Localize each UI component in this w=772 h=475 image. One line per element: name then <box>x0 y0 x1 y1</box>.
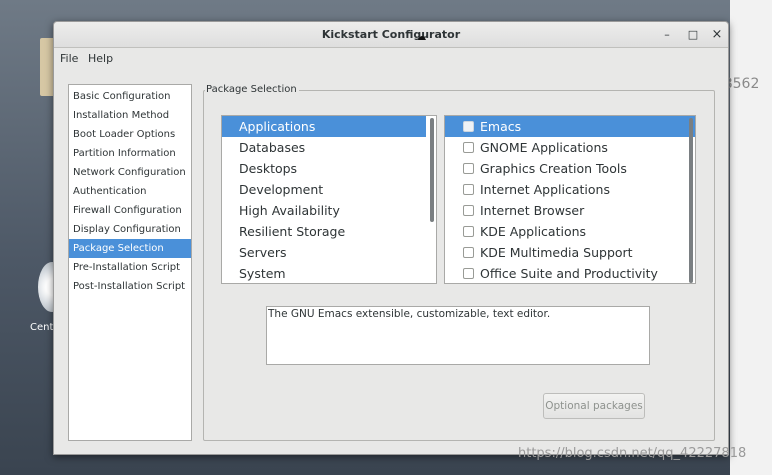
group-item-high-availability[interactable]: High Availability <box>222 200 436 221</box>
optional-packages-button[interactable]: Optional packages <box>543 393 645 419</box>
sidebar-item-network-configuration[interactable]: Network Configuration <box>69 163 191 182</box>
frame-title: Package Selection <box>205 84 299 95</box>
sidebar-item-pre-installation-script[interactable]: Pre-Installation Script <box>69 258 191 277</box>
sidebar-item-installation-method[interactable]: Installation Method <box>69 106 191 125</box>
titlebar[interactable]: Kickstart Configurator – □ × <box>54 22 728 48</box>
sidebar-item-post-installation-script[interactable]: Post-Installation Script <box>69 277 191 296</box>
package-label: KDE Multimedia Support <box>480 245 633 260</box>
package-item-graphics-creation-tools[interactable]: Graphics Creation Tools <box>445 158 695 179</box>
sidebar-item-basic-configuration[interactable]: Basic Configuration <box>69 87 191 106</box>
package-checkbox[interactable] <box>463 205 474 216</box>
package-checkbox[interactable] <box>463 142 474 153</box>
package-list[interactable]: Emacs GNOME Applications Graphics Creati… <box>444 115 696 284</box>
menu-help[interactable]: Help <box>88 52 113 65</box>
group-list-scrollbar[interactable] <box>430 118 434 222</box>
package-list-scrollbar[interactable] <box>689 118 693 283</box>
group-item-databases[interactable]: Databases <box>222 137 436 158</box>
maximize-button[interactable]: □ <box>684 26 702 44</box>
close-button[interactable]: × <box>708 26 726 44</box>
menu-file[interactable]: File <box>60 52 78 65</box>
package-group-list[interactable]: Applications Databases Desktops Developm… <box>221 115 437 284</box>
group-item-servers[interactable]: Servers <box>222 242 436 263</box>
sidebar: Basic Configuration Installation Method … <box>68 84 192 441</box>
package-checkbox[interactable] <box>463 184 474 195</box>
sidebar-list: Basic Configuration Installation Method … <box>69 87 191 296</box>
package-item-kde-multimedia-support[interactable]: KDE Multimedia Support <box>445 242 695 263</box>
package-label: KDE Applications <box>480 224 587 239</box>
window-title: Kickstart Configurator <box>321 28 461 41</box>
menubar: File Help <box>54 48 728 70</box>
package-checkbox[interactable] <box>463 226 474 237</box>
package-checkbox[interactable] <box>463 121 474 132</box>
package-item-emacs[interactable]: Emacs <box>445 116 695 137</box>
kickstart-window: Kickstart Configurator – □ × File Help B… <box>53 21 729 455</box>
package-checkbox[interactable] <box>463 247 474 258</box>
minimize-button[interactable]: – <box>658 26 676 44</box>
watermark: https://blog.csdn.net/qq_42227818 <box>518 446 747 461</box>
package-label: Emacs <box>480 119 522 134</box>
package-checkbox[interactable] <box>463 163 474 174</box>
desktop-icon-label: Cent <box>30 322 54 333</box>
package-label: Graphics Creation Tools <box>480 161 627 176</box>
sidebar-item-package-selection[interactable]: Package Selection <box>69 239 191 258</box>
group-item-development[interactable]: Development <box>222 179 436 200</box>
package-item-internet-applications[interactable]: Internet Applications <box>445 179 695 200</box>
mouse-cursor-icon <box>418 36 426 40</box>
package-description: The GNU Emacs extensible, customizable, … <box>266 306 650 365</box>
background-window-strip <box>730 0 772 475</box>
group-item-resilient-storage[interactable]: Resilient Storage <box>222 221 436 242</box>
group-item-desktops[interactable]: Desktops <box>222 158 436 179</box>
package-label: Office Suite and Productivity <box>480 266 658 281</box>
sidebar-item-boot-loader-options[interactable]: Boot Loader Options <box>69 125 191 144</box>
sidebar-item-authentication[interactable]: Authentication <box>69 182 191 201</box>
package-item-kde-applications[interactable]: KDE Applications <box>445 221 695 242</box>
sidebar-item-display-configuration[interactable]: Display Configuration <box>69 220 191 239</box>
package-item-internet-browser[interactable]: Internet Browser <box>445 200 695 221</box>
sidebar-item-partition-information[interactable]: Partition Information <box>69 144 191 163</box>
package-item-gnome-applications[interactable]: GNOME Applications <box>445 137 695 158</box>
group-item-applications[interactable]: Applications <box>222 116 426 137</box>
package-label: GNOME Applications <box>480 140 608 155</box>
package-item-office-suite[interactable]: Office Suite and Productivity <box>445 263 695 283</box>
package-label: Internet Applications <box>480 182 610 197</box>
sidebar-item-firewall-configuration[interactable]: Firewall Configuration <box>69 201 191 220</box>
group-item-system[interactable]: System <box>222 263 436 283</box>
package-checkbox[interactable] <box>463 268 474 279</box>
package-label: Internet Browser <box>480 203 585 218</box>
